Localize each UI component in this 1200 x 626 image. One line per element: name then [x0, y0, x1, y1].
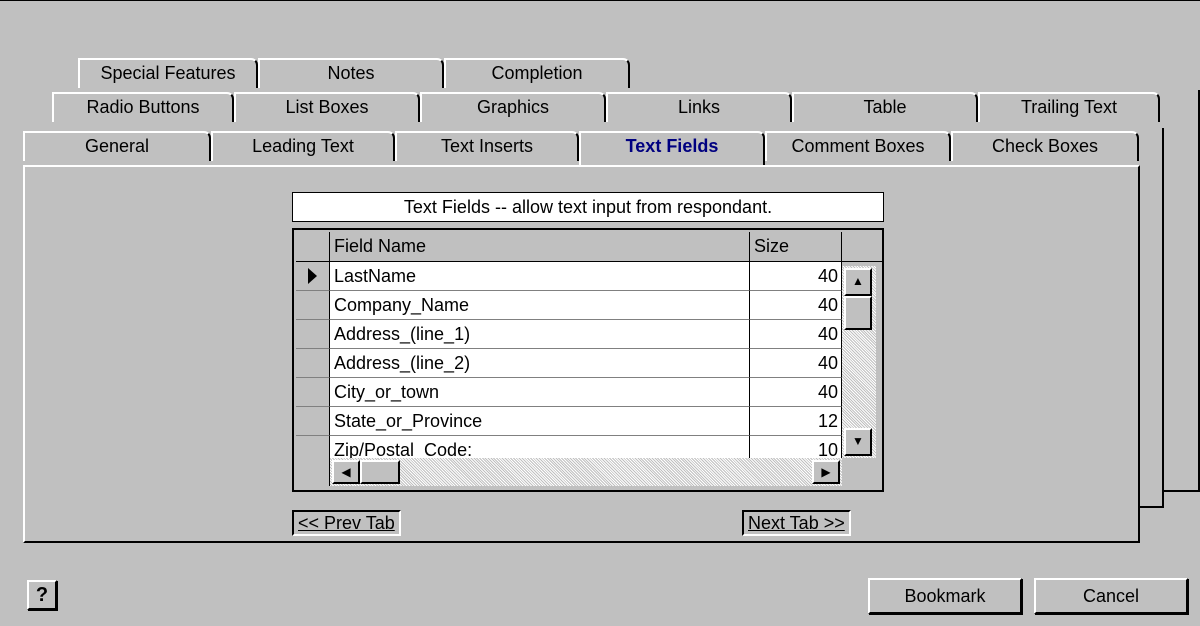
bookmark-button[interactable]: Bookmark — [868, 578, 1022, 614]
row-selector[interactable] — [296, 320, 330, 349]
horizontal-scrollbar[interactable] — [330, 458, 842, 486]
row-selector[interactable] — [296, 262, 330, 291]
tab-text-fields[interactable]: Text Fields — [579, 131, 765, 165]
grid-corner-header — [296, 232, 330, 262]
row-selector[interactable] — [296, 349, 330, 378]
tab-leading-text[interactable]: Leading Text — [211, 131, 395, 161]
tab-notes[interactable]: Notes — [258, 58, 444, 88]
field-size-cell[interactable]: 40 — [750, 262, 842, 291]
scroll-corner — [842, 458, 882, 488]
tab-completion[interactable]: Completion — [444, 58, 630, 88]
scroll-down-button[interactable]: ▼ — [844, 428, 872, 456]
field-size-cell[interactable]: 40 — [750, 349, 842, 378]
tab-graphics[interactable]: Graphics — [420, 92, 606, 122]
field-name-cell[interactable]: LastName — [330, 262, 750, 291]
vertical-scroll-thumb[interactable] — [844, 296, 872, 330]
field-size-cell[interactable]: 40 — [750, 378, 842, 407]
next-tab-button[interactable]: Next Tab >> — [742, 510, 851, 536]
scroll-right-button[interactable]: ▶ — [812, 460, 840, 484]
field-name-cell[interactable]: Address_(line_1) — [330, 320, 750, 349]
question-mark-icon: ? — [35, 584, 49, 606]
tab-radio-buttons[interactable]: Radio Buttons — [52, 92, 234, 122]
current-row-arrow-icon — [308, 268, 317, 284]
field-name-cell[interactable]: Address_(line_2) — [330, 349, 750, 378]
row-selector[interactable] — [296, 378, 330, 407]
column-header-size[interactable]: Size — [750, 232, 842, 262]
tab-links[interactable]: Links — [606, 92, 792, 122]
tab-special-features[interactable]: Special Features — [78, 58, 258, 88]
cancel-button[interactable]: Cancel — [1034, 578, 1188, 614]
scroll-up-button[interactable]: ▲ — [844, 268, 872, 296]
column-header-spacer — [842, 232, 882, 262]
field-name-cell[interactable]: Company_Name — [330, 291, 750, 320]
row-selector[interactable] — [296, 291, 330, 320]
scroll-left-button[interactable]: ◀ — [332, 460, 360, 484]
tab-comment-boxes[interactable]: Comment Boxes — [765, 131, 951, 161]
tab-general[interactable]: General — [23, 131, 211, 161]
hscroll-left-spacer — [296, 458, 330, 486]
field-name-cell[interactable]: State_or_Province — [330, 407, 750, 436]
row-selector[interactable] — [296, 407, 330, 436]
window-top-border — [0, 0, 1200, 1]
horizontal-scroll-thumb[interactable] — [360, 460, 400, 484]
panel-caption: Text Fields -- allow text input from res… — [292, 192, 884, 222]
prev-tab-button[interactable]: << Prev Tab — [292, 510, 401, 536]
tab-list-boxes[interactable]: List Boxes — [234, 92, 420, 122]
field-size-cell[interactable]: 12 — [750, 407, 842, 436]
tab-table[interactable]: Table — [792, 92, 978, 122]
text-fields-grid[interactable]: Field Name Size LastName 40 Company_Name 40… — [292, 228, 884, 492]
tab-text-inserts[interactable]: Text Inserts — [395, 131, 579, 161]
column-header-field-name[interactable]: Field Name — [330, 232, 750, 262]
help-button[interactable]: ? — [27, 580, 57, 610]
tab-trailing-text[interactable]: Trailing Text — [978, 92, 1160, 122]
field-size-cell[interactable]: 40 — [750, 320, 842, 349]
field-name-cell[interactable]: City_or_town — [330, 378, 750, 407]
field-size-cell[interactable]: 40 — [750, 291, 842, 320]
tab-check-boxes[interactable]: Check Boxes — [951, 131, 1139, 161]
